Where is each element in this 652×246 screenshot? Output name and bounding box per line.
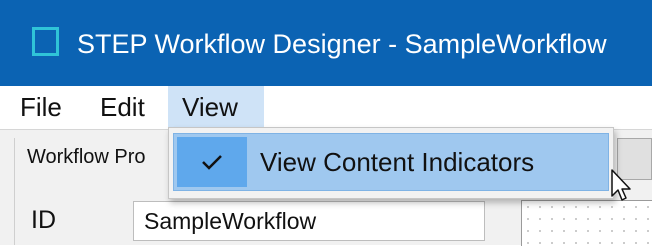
- title-bar: STEP Workflow Designer - SampleWorkflow: [0, 0, 652, 86]
- app-icon: [32, 27, 59, 56]
- view-dropdown-menu: View Content Indicators: [168, 127, 614, 199]
- id-label: ID: [31, 206, 56, 234]
- menu-item-label: View Content Indicators: [260, 147, 535, 177]
- checkmark-icon: [202, 155, 222, 170]
- check-indicator: [177, 137, 247, 187]
- window-title: STEP Workflow Designer - SampleWorkflow: [77, 29, 607, 59]
- mouse-cursor-icon: [611, 169, 631, 201]
- panel-title: Workflow Pro: [27, 146, 146, 168]
- id-input[interactable]: [133, 201, 485, 241]
- menu-bar: File Edit View: [0, 86, 652, 129]
- menu-view[interactable]: View: [168, 86, 264, 129]
- menu-item-view-content-indicators[interactable]: View Content Indicators: [173, 133, 609, 191]
- menu-edit[interactable]: Edit: [92, 86, 162, 129]
- designer-canvas[interactable]: [521, 200, 652, 246]
- menu-file[interactable]: File: [12, 86, 76, 129]
